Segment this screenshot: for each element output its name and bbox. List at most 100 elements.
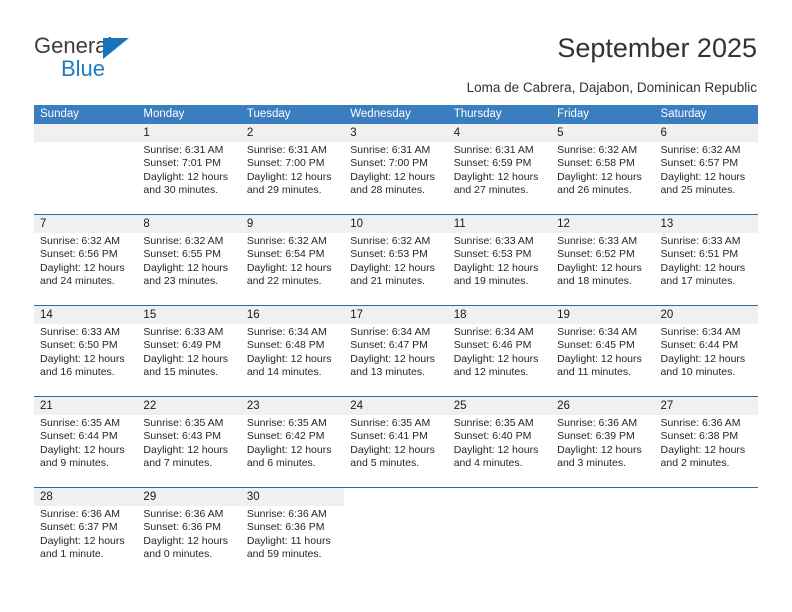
- day-number[interactable]: 24: [344, 397, 448, 415]
- day-cell[interactable]: Sunrise: 6:34 AM Sunset: 6:48 PM Daylight:…: [240, 324, 345, 396]
- day-cell[interactable]: Sunrise: 6:36 AM Sunset: 6:36 PM Daylight:…: [240, 506, 345, 578]
- day-info-line: Sunset: 6:53 PM: [453, 248, 532, 261]
- day-number[interactable]: 26: [551, 397, 655, 415]
- day-cell[interactable]: Sunrise: 6:33 AM Sunset: 6:50 PM Daylight:…: [34, 324, 138, 396]
- day-cell[interactable]: Sunrise: 6:31 AM Sunset: 6:59 PM Daylight:…: [447, 142, 552, 214]
- day-info-line: Sunset: 6:46 PM: [453, 339, 532, 352]
- day-info-line: and 18 minutes.: [557, 275, 632, 288]
- day-info-line: Sunrise: 6:35 AM: [350, 417, 431, 429]
- day-cell[interactable]: Sunrise: 6:36 AM Sunset: 6:39 PM Daylight:…: [551, 415, 655, 487]
- day-info-line: Sunrise: 6:36 AM: [557, 417, 638, 429]
- week-day-number-row: 123456: [34, 124, 758, 142]
- day-cell-empty: [654, 506, 758, 578]
- day-info-line: and 24 minutes.: [40, 275, 115, 288]
- day-info-line: Sunrise: 6:34 AM: [453, 326, 534, 338]
- day-info-line: Daylight: 12 hours: [557, 261, 642, 274]
- calendar-grid: Sunday Monday Tuesday Wednesday Thursday Frid…: [34, 105, 758, 578]
- day-cell[interactable]: Sunrise: 6:31 AM Sunset: 7:00 PM Daylight:…: [240, 142, 345, 214]
- day-cell[interactable]: Sunrise: 6:32 AM Sunset: 6:55 PM Daylight:…: [137, 233, 241, 305]
- day-number[interactable]: 7: [34, 215, 138, 233]
- day-cell[interactable]: Sunrise: 6:33 AM Sunset: 6:53 PM Daylight:…: [447, 233, 552, 305]
- day-number[interactable]: 10: [344, 215, 448, 233]
- day-info-line: Daylight: 12 hours: [350, 443, 435, 456]
- day-cell[interactable]: Sunrise: 6:35 AM Sunset: 6:40 PM Daylight:…: [447, 415, 552, 487]
- day-cell[interactable]: Sunrise: 6:34 AM Sunset: 6:45 PM Daylight:…: [551, 324, 655, 396]
- day-info-line: Daylight: 12 hours: [246, 261, 332, 274]
- day-cell[interactable]: Sunrise: 6:31 AM Sunset: 7:00 PM Daylight:…: [344, 142, 448, 214]
- day-cell[interactable]: Sunrise: 6:32 AM Sunset: 6:56 PM Daylight:…: [34, 233, 138, 305]
- day-cell[interactable]: Sunrise: 6:34 AM Sunset: 6:47 PM Daylight:…: [344, 324, 448, 396]
- day-number[interactable]: 19: [551, 306, 655, 324]
- day-info-line: Daylight: 12 hours: [350, 261, 435, 274]
- day-cell[interactable]: Sunrise: 6:34 AM Sunset: 6:44 PM Daylight:…: [654, 324, 758, 396]
- day-info-line: and 30 minutes.: [143, 184, 219, 197]
- day-info-line: Sunset: 6:42 PM: [246, 430, 325, 443]
- day-number[interactable]: 13: [654, 215, 758, 233]
- day-info-line: and 19 minutes.: [453, 275, 529, 288]
- day-cell-empty: [34, 142, 138, 214]
- day-number-empty: [344, 488, 448, 506]
- day-number[interactable]: 18: [447, 306, 552, 324]
- day-info-line: Sunset: 6:40 PM: [453, 430, 532, 443]
- day-number[interactable]: 8: [137, 215, 241, 233]
- day-info-line: Sunset: 6:41 PM: [350, 430, 428, 443]
- day-number[interactable]: 15: [137, 306, 241, 324]
- day-cell[interactable]: Sunrise: 6:36 AM Sunset: 6:36 PM Daylight:…: [137, 506, 241, 578]
- day-info-line: Sunrise: 6:32 AM: [350, 235, 431, 247]
- day-number[interactable]: 4: [447, 124, 552, 142]
- day-info-line: Daylight: 12 hours: [350, 352, 435, 365]
- day-number[interactable]: 27: [654, 397, 758, 415]
- day-info-line: Sunset: 6:59 PM: [453, 157, 532, 170]
- day-number[interactable]: 12: [551, 215, 655, 233]
- day-info-line: Sunrise: 6:32 AM: [660, 144, 741, 156]
- day-info-line: and 12 minutes.: [453, 366, 529, 379]
- day-number[interactable]: 14: [34, 306, 138, 324]
- day-cell[interactable]: Sunrise: 6:33 AM Sunset: 6:52 PM Daylight:…: [551, 233, 655, 305]
- day-number[interactable]: 30: [240, 488, 345, 506]
- day-cell[interactable]: Sunrise: 6:32 AM Sunset: 6:54 PM Daylight:…: [240, 233, 345, 305]
- day-number[interactable]: 11: [447, 215, 552, 233]
- day-cell[interactable]: Sunrise: 6:35 AM Sunset: 6:42 PM Daylight:…: [240, 415, 345, 487]
- day-cell[interactable]: Sunrise: 6:33 AM Sunset: 6:51 PM Daylight:…: [654, 233, 758, 305]
- day-number[interactable]: 21: [34, 397, 138, 415]
- day-cell[interactable]: Sunrise: 6:34 AM Sunset: 6:46 PM Daylight:…: [447, 324, 552, 396]
- day-info-line: Sunrise: 6:36 AM: [246, 508, 327, 520]
- day-number[interactable]: 16: [240, 306, 345, 324]
- day-number[interactable]: 22: [137, 397, 241, 415]
- day-number[interactable]: 6: [654, 124, 758, 142]
- calendar-week-row: 1 2 3 4 5 6 Sunrise: 6:31 AM Sunset: 7:01 PM Day…: [34, 124, 758, 214]
- day-info-line: and 10 minutes.: [660, 366, 736, 379]
- day-number[interactable]: 25: [447, 397, 552, 415]
- day-info-line: Sunrise: 6:35 AM: [40, 417, 120, 429]
- week-detail-row: Sunrise: 6:35 AM Sunset: 6:44 PM Daylight:…: [34, 415, 758, 487]
- day-cell[interactable]: Sunrise: 6:36 AM Sunset: 6:37 PM Daylight:…: [34, 506, 138, 578]
- day-cell[interactable]: Sunrise: 6:33 AM Sunset: 6:49 PM Daylight:…: [137, 324, 241, 396]
- day-info-line: Sunrise: 6:31 AM: [143, 144, 224, 156]
- day-cell[interactable]: Sunrise: 6:31 AM Sunset: 7:01 PM Daylight:…: [137, 142, 241, 214]
- day-number[interactable]: 9: [240, 215, 345, 233]
- day-number[interactable]: 2: [240, 124, 345, 142]
- day-info-line: and 28 minutes.: [350, 184, 425, 197]
- day-cell[interactable]: Sunrise: 6:35 AM Sunset: 6:44 PM Daylight:…: [34, 415, 138, 487]
- day-number[interactable]: 17: [344, 306, 448, 324]
- day-info-line: and 16 minutes.: [40, 366, 115, 379]
- day-number[interactable]: 28: [34, 488, 138, 506]
- day-number[interactable]: 20: [654, 306, 758, 324]
- day-cell[interactable]: Sunrise: 6:32 AM Sunset: 6:57 PM Daylight:…: [654, 142, 758, 214]
- day-number[interactable]: 1: [137, 124, 241, 142]
- day-number[interactable]: 5: [551, 124, 655, 142]
- day-info-line: and 5 minutes.: [350, 457, 420, 470]
- day-cell[interactable]: Sunrise: 6:32 AM Sunset: 6:58 PM Daylight:…: [551, 142, 655, 214]
- day-info-line: Daylight: 12 hours: [143, 261, 229, 274]
- day-info-line: Daylight: 12 hours: [660, 261, 746, 274]
- day-info-line: Daylight: 12 hours: [660, 170, 746, 183]
- day-info-line: Sunset: 6:57 PM: [660, 157, 739, 170]
- day-number[interactable]: 23: [240, 397, 345, 415]
- day-number[interactable]: 29: [137, 488, 241, 506]
- day-cell[interactable]: Sunrise: 6:35 AM Sunset: 6:41 PM Daylight:…: [344, 415, 448, 487]
- day-cell[interactable]: Sunrise: 6:36 AM Sunset: 6:38 PM Daylight:…: [654, 415, 758, 487]
- day-number[interactable]: 3: [344, 124, 448, 142]
- day-number-empty: [447, 488, 552, 506]
- day-cell[interactable]: Sunrise: 6:35 AM Sunset: 6:43 PM Daylight:…: [137, 415, 241, 487]
- day-cell[interactable]: Sunrise: 6:32 AM Sunset: 6:53 PM Daylight:…: [344, 233, 448, 305]
